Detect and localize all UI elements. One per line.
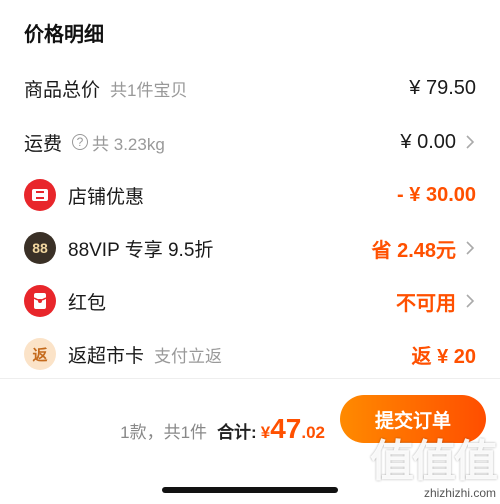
shop-coupon-icon (24, 179, 56, 211)
item-count: 1款，共1件 (120, 423, 208, 442)
row-shipping[interactable]: 运费 ? 共 3.23kg ¥ 0.00 (0, 116, 500, 168)
watermark-url: zhizhizhi.com (423, 486, 496, 500)
row-sub: 共 3.23kg (92, 134, 165, 154)
question-circle-icon[interactable]: ? (72, 134, 89, 150)
row-value: ¥ 79.50 (409, 76, 476, 99)
total-currency: ¥ (260, 423, 271, 442)
row-red-packet[interactable]: 红包 不可用 (0, 275, 500, 327)
row-value: 返 ¥ 20 (411, 345, 476, 368)
chevron-right-icon (466, 294, 475, 308)
chevron-right-icon (466, 135, 475, 149)
checkout-bar: 1款，共1件 合计: ¥ 47 .02 提交订单 值值值 zhizhizhi.c… (0, 378, 500, 504)
row-label: 店铺优惠 (68, 186, 145, 208)
row-value: 省 2.48元 (371, 239, 456, 262)
row-label: 商品总价 (24, 79, 101, 101)
total-decimal: .02 (301, 423, 325, 442)
row-supermarket-card: 返 返超市卡 支付立返 返 ¥ 20 (0, 328, 500, 380)
row-shop-discount[interactable]: 店铺优惠 - ¥ 30.00 (0, 169, 500, 221)
home-indicator[interactable] (162, 487, 338, 493)
chevron-right-icon (466, 241, 475, 255)
page-title: 价格明细 (24, 24, 104, 46)
row-value: 不可用 (396, 292, 456, 315)
row-label: 运费 (24, 133, 63, 155)
row-label: 返超市卡 (68, 345, 145, 367)
row-value: - ¥ 30.00 (397, 183, 476, 206)
row-sub: 共1件宝贝 (110, 80, 188, 100)
red-packet-icon (24, 285, 56, 317)
price-detail-card: 价格明细 商品总价 共1件宝贝 ¥ 79.50 运费 ? 共 3.23kg ¥ … (0, 0, 500, 378)
row-88vip[interactable]: 88 88VIP 专享 9.5折 省 2.48元 (0, 222, 500, 274)
watermark-logo: 值值值 (370, 437, 498, 486)
supermarket-card-icon: 返 (24, 338, 56, 370)
row-value: ¥ 0.00 (400, 130, 456, 153)
row-goods-total: 商品总价 共1件宝贝 ¥ 79.50 (0, 62, 500, 114)
watermark: 值值值 zhizhizhi.com (370, 437, 498, 501)
row-sub: 支付立返 (154, 346, 223, 366)
row-label: 88VIP 专享 9.5折 (68, 239, 214, 261)
total-label: 合计: (217, 423, 257, 442)
order-summary: 1款，共1件 合计: ¥ 47 .02 (120, 413, 325, 445)
submit-order-button[interactable]: 提交订单 (340, 395, 486, 443)
row-label: 红包 (68, 292, 107, 314)
88vip-badge-icon: 88 (24, 232, 56, 264)
total-integer: 47 (270, 413, 302, 444)
